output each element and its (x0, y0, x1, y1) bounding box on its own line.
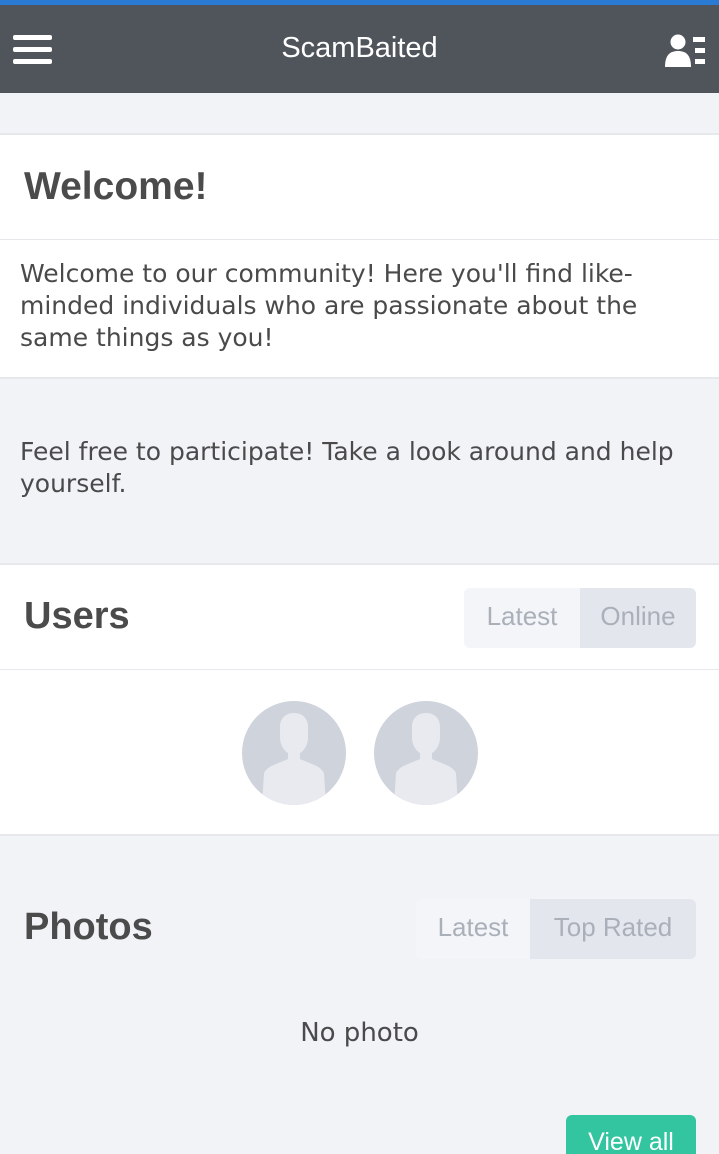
users-tabs: Latest Online (464, 588, 696, 648)
users-tab-latest[interactable]: Latest (464, 588, 580, 648)
users-avatars-panel (0, 670, 719, 836)
welcome-title: Welcome! (24, 165, 208, 208)
welcome-text: Welcome to our community! Here you'll fi… (20, 259, 638, 352)
app-title: ScamBaited (281, 32, 438, 64)
default-avatar-icon (262, 713, 326, 805)
photos-tabs: Latest Top Rated (416, 899, 696, 959)
welcome-text-panel: Welcome to our community! Here you'll fi… (0, 240, 719, 379)
view-all-button[interactable]: View all (566, 1115, 696, 1154)
hamburger-menu-icon[interactable] (13, 35, 53, 67)
users-header-panel: Users Latest Online (0, 563, 719, 671)
default-avatar-icon (394, 713, 458, 805)
photos-title: Photos (24, 906, 153, 948)
user-list-icon[interactable] (664, 33, 706, 69)
welcome-header-panel: Welcome! (0, 133, 719, 241)
user-avatar[interactable] (242, 701, 346, 805)
users-tab-online[interactable]: Online (580, 588, 696, 648)
participate-text: Feel free to participate! Take a look ar… (20, 437, 674, 498)
photos-tab-latest[interactable]: Latest (416, 899, 530, 959)
app-header: ScamBaited (0, 5, 719, 93)
no-photo-message: No photo (300, 1018, 419, 1048)
users-title: Users (24, 595, 130, 637)
user-avatar[interactable] (374, 701, 478, 805)
photos-tab-top-rated[interactable]: Top Rated (530, 899, 696, 959)
